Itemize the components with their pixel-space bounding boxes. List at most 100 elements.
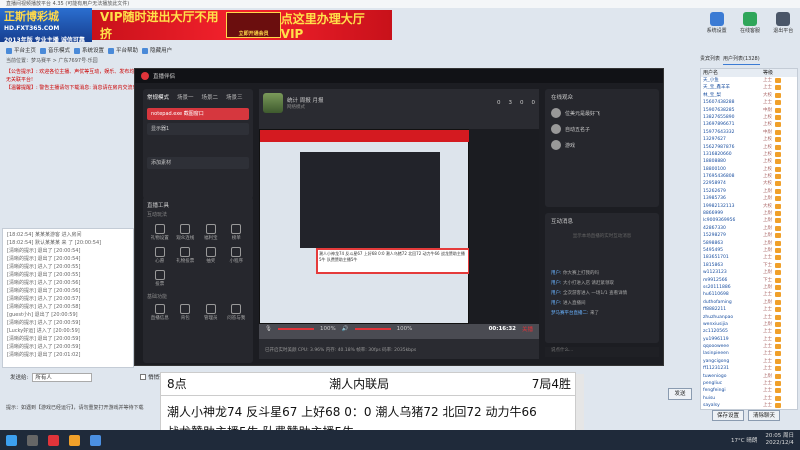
user-row[interactable]: ff11231231 上士 <box>701 365 797 372</box>
user-row[interactable]: duthofaming 上尉 <box>701 299 797 306</box>
vip-banner[interactable]: VIP随时进出大厅不用挤 立即开通会员 点这里办理大厅VIP <box>92 10 392 41</box>
speaker-icon[interactable]: 🔊 <box>342 326 349 332</box>
weather-text[interactable]: 17°C 晴朗 <box>731 436 757 444</box>
user-row[interactable]: lasinpieeen 上士 <box>701 350 797 357</box>
user-row[interactable]: fengfeingi 上士 <box>701 387 797 394</box>
tool-audience-link[interactable]: 观众连线 <box>173 222 199 241</box>
user-row[interactable]: wenxiusijia 上尉 <box>701 321 797 328</box>
clock[interactable]: 20:05 周日 2022/12/4 <box>765 433 794 447</box>
user-row[interactable]: lc9009369956 上尉 <box>701 217 797 224</box>
taskbar-app-icon[interactable] <box>69 434 80 446</box>
user-row[interactable]: 15907638285 中尉 <box>701 107 797 114</box>
tool-gift-vote[interactable]: 礼物投票 <box>173 245 199 264</box>
user-row[interactable]: 5898863 上尉 <box>701 240 797 247</box>
user-row[interactable]: 5495495 上尉 <box>701 247 797 254</box>
user-row[interactable]: 18808880 上校 <box>701 158 797 165</box>
user-row[interactable]: yu1996119 上士 <box>701 336 797 343</box>
nav-home[interactable]: 平台主页 <box>6 46 36 54</box>
user-row[interactable]: 15607438288 上士 <box>701 99 797 106</box>
tab-scene-3[interactable]: 场景三 <box>226 93 243 101</box>
tool-gift-settings[interactable]: 礼物设置 <box>147 222 173 241</box>
user-row[interactable]: 15627987876 上校 <box>701 144 797 151</box>
source-item[interactable]: notepad.exe 截图窗口 <box>147 108 249 120</box>
exit-button[interactable]: 退出平台 <box>768 10 798 40</box>
user-row[interactable]: w1123123 上尉 <box>701 269 797 276</box>
send-target-select[interactable]: 所有人 <box>32 372 93 382</box>
nav-hide-users[interactable]: 隐藏用户 <box>142 46 172 54</box>
taskbar-app-icon[interactable] <box>90 434 101 446</box>
live-streaming-window[interactable]: 直播伴侣 常规模式 场景一 场景二 场景三 notepad.exe 截图窗口 显… <box>134 68 664 366</box>
tool-backpack[interactable]: 背包 <box>173 302 199 321</box>
user-list[interactable]: 用户名 等级 天_小鱼 上士 天_宝_鑫羊羊 上士 林_宝_梨 大校 15607438288… <box>700 68 798 410</box>
user-row[interactable]: 13827655890 上校 <box>701 114 797 121</box>
user-row[interactable]: 13985736 上尉 <box>701 195 797 202</box>
user-row[interactable]: zhuzhuanpao 上士 <box>701 314 797 321</box>
search-icon[interactable] <box>27 434 38 446</box>
user-row[interactable]: tuweniogo 上尉 <box>701 373 797 380</box>
tool-qa[interactable]: 问答与我 <box>224 302 250 321</box>
user-row[interactable]: 1316820660 上校 <box>701 151 797 158</box>
source-item[interactable]: 显示器1 <box>147 123 249 135</box>
user-row[interactable]: 15298279 上尉 <box>701 232 797 239</box>
viewer-item[interactable]: 游戏 <box>545 137 659 153</box>
chat-log[interactable]: [18:02:54] 某某某游客 进入房间 [18:02:54] 默认某某某 来 … <box>2 228 134 368</box>
user-row[interactable]: 天_宝_鑫羊羊 上士 <box>701 84 797 91</box>
nav-settings[interactable]: 系统设置 <box>74 46 104 54</box>
message-input[interactable]: 说点什么... <box>545 347 659 357</box>
viewer-item[interactable]: 自动五名子 <box>545 121 659 137</box>
user-row[interactable]: 18800100 上校 <box>701 166 797 173</box>
viewer-item[interactable]: 位美元是最好飞 <box>545 105 659 121</box>
speaker-volume-slider[interactable] <box>354 328 391 330</box>
tool-wish[interactable]: 心愿 <box>147 245 173 264</box>
user-row[interactable]: zc1120565 上士 <box>701 328 797 335</box>
tool-lottery[interactable]: 抽奖 <box>198 245 224 264</box>
user-row[interactable]: 42867330 上尉 <box>701 225 797 232</box>
mic-icon[interactable]: 🎙 <box>265 326 272 332</box>
user-row[interactable]: ss20111886 上尉 <box>701 284 797 291</box>
scrollbar[interactable] <box>576 374 584 430</box>
nav-music[interactable]: 音乐模式 <box>40 46 70 54</box>
taskbar-app-icon[interactable] <box>48 434 59 446</box>
user-row[interactable]: qqoooweee 上士 <box>701 343 797 350</box>
tool-welfare[interactable]: 福利宝 <box>198 222 224 241</box>
user-row[interactable]: m9912566 下士 <box>701 277 797 284</box>
user-row[interactable]: 13297627 上校 <box>701 136 797 143</box>
user-row[interactable]: 22958974 大校 <box>701 180 797 187</box>
tool-live-info[interactable]: 直播信息 <box>147 302 173 321</box>
user-row[interactable]: 19982132113 大校 <box>701 203 797 210</box>
user-row[interactable]: 17695436808 上校 <box>701 173 797 180</box>
support-button[interactable]: 在线客服 <box>735 10 765 40</box>
send-button[interactable]: 发送 <box>668 388 692 400</box>
user-row[interactable]: 林_宝_梨 大校 <box>701 92 797 99</box>
tab-scene-1[interactable]: 场景一 <box>177 93 194 101</box>
tool-mini-program[interactable]: 小程序 <box>224 245 250 264</box>
start-icon[interactable] <box>6 434 17 446</box>
tab-mode[interactable]: 常规模式 <box>147 93 169 101</box>
user-row[interactable]: 天_小鱼 上士 <box>701 77 797 84</box>
user-row[interactable]: sayalsy 上士 <box>701 402 797 409</box>
user-row[interactable]: pengliuc 上士 <box>701 380 797 387</box>
tool-poll[interactable]: 投票 <box>147 268 173 287</box>
private-checkbox[interactable] <box>140 374 146 380</box>
tab-vip-list[interactable]: 贵宾列表 <box>700 55 720 65</box>
save-settings-button[interactable]: 保存设置 <box>711 410 744 421</box>
tool-admin[interactable]: 管理员 <box>198 302 224 321</box>
user-row[interactable]: huisu 上士 <box>701 395 797 402</box>
add-source-button[interactable]: 添加素材 <box>147 157 249 169</box>
user-row[interactable]: 15262679 上尉 <box>701 188 797 195</box>
user-row[interactable]: 13697896671 上校 <box>701 121 797 128</box>
user-row[interactable]: 8866999 上尉 <box>701 210 797 217</box>
user-row[interactable]: 15977643332 中尉 <box>701 129 797 136</box>
clear-chat-button[interactable]: 清除聊天 <box>747 410 780 421</box>
settings-button[interactable]: 系统设置 <box>702 10 732 40</box>
mic-volume-slider[interactable] <box>277 328 314 330</box>
user-row[interactable]: 1815863 下士 <box>701 262 797 269</box>
user-row[interactable]: 183651701 上士 <box>701 254 797 261</box>
tab-scene-2[interactable]: 场景二 <box>202 93 219 101</box>
user-row[interactable]: hu6110698 上士 <box>701 291 797 298</box>
end-live-button[interactable]: 关播 <box>522 325 533 333</box>
user-row[interactable]: yangcigong 上士 <box>701 358 797 365</box>
tool-ranking[interactable]: 榜单 <box>224 222 250 241</box>
user-row[interactable]: ff8882211 上士 <box>701 306 797 313</box>
tab-user-list[interactable]: 用户列表(1328) <box>723 55 760 65</box>
